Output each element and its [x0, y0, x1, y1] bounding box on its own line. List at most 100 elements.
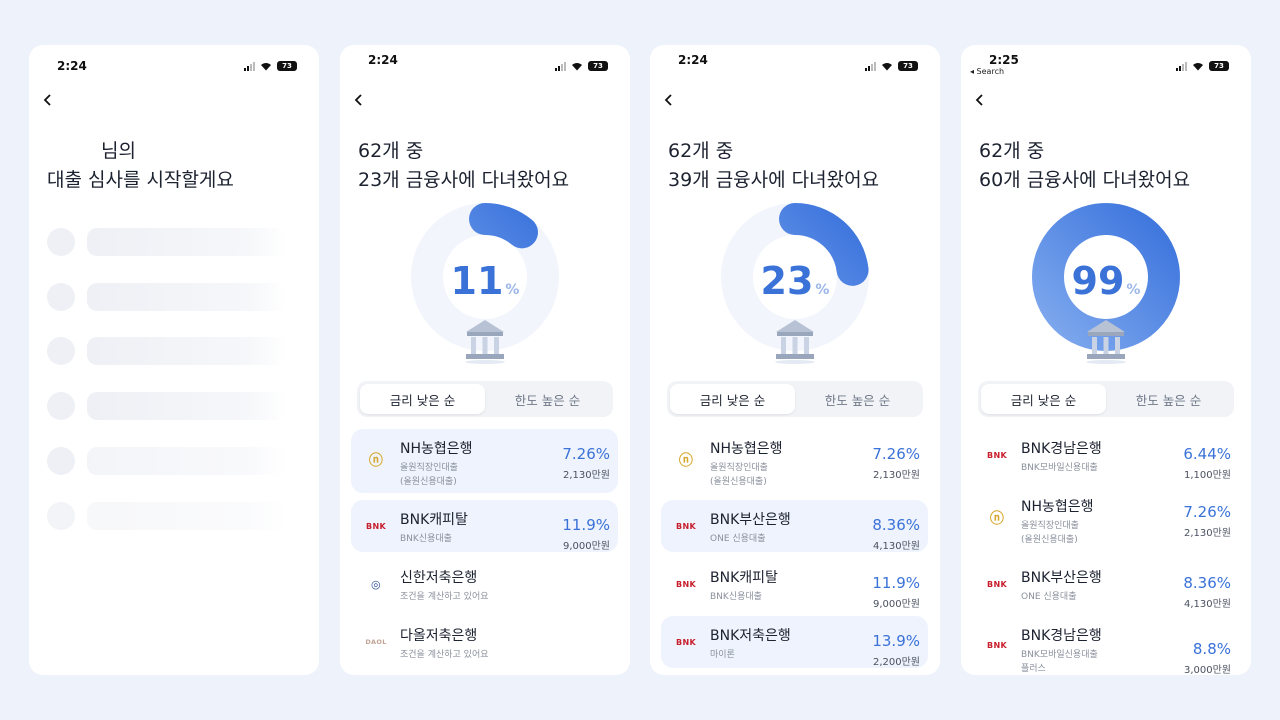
lender-name: NH농협은행 [710, 441, 783, 457]
battery-icon: 73 [588, 61, 608, 71]
bnk-logo-icon: BNK [987, 640, 1007, 650]
loan-item[interactable]: BNK BNK경남은행 BNK모바일신용대출 플러스 8.8% 3,000만원 [972, 616, 1239, 675]
calculating-status: 조건을 계산하고 있어요 [400, 650, 489, 660]
interest-rate: 7.26% [872, 445, 920, 463]
cellular-signal-icon [244, 61, 255, 71]
loan-item[interactable]: DAOL 다올저축은행 조건을 계산하고 있어요 [351, 616, 618, 668]
bnk-logo-icon: BNK [676, 637, 696, 647]
daol-logo-icon: DAOL [365, 638, 387, 646]
loan-item[interactable]: BNK BNK경남은행 BNK모바일신용대출 6.44% 1,100만원 [972, 429, 1239, 481]
phone-screen-3: 2:24 73 62개 중 39개 금융사에 다녀왔어요 23% 금리 낮은 순… [650, 45, 940, 675]
loan-limit: 9,000만원 [562, 541, 610, 552]
tab-high-limit[interactable]: 한도 높은 순 [795, 384, 920, 414]
loan-limit: 2,200만원 [872, 657, 920, 668]
wifi-icon [572, 62, 582, 70]
nh-bank-logo-icon: ⓝ [989, 511, 1005, 527]
product-name: ONE 신용대출 [1021, 592, 1077, 602]
product-name: BNK모바일신용대출 [1021, 650, 1098, 660]
calculating-status: 조건을 계산하고 있어요 [400, 592, 489, 602]
loan-item[interactable]: BNK BNK캐피탈 BNK신용대출 11.9% 9,000만원 [661, 558, 928, 610]
progress-percent: 23% [650, 259, 940, 303]
cellular-signal-icon [555, 61, 566, 71]
product-name: 올원직장인대출 [400, 463, 458, 473]
status-bar: 2:24 73 [368, 53, 608, 75]
page-title: 님의 대출 심사를 시작할게요 [47, 137, 234, 195]
wifi-icon [1193, 62, 1203, 70]
shinhan-logo-icon: ◎ [371, 577, 381, 591]
progress-percent: 11% [340, 259, 630, 303]
lender-name: BNK경남은행 [1021, 628, 1102, 644]
percent-sign: % [1126, 282, 1141, 298]
bnk-logo-icon: BNK [366, 521, 386, 531]
skeleton-row [47, 228, 287, 256]
loan-limit: 9,000만원 [872, 599, 920, 610]
wifi-icon [261, 62, 271, 70]
interest-rate: 8.8% [1192, 640, 1231, 658]
title-line-1: 62개 중 [668, 140, 734, 162]
title-line-1: 62개 중 [358, 140, 424, 162]
status-time: 2:25 [989, 53, 1019, 67]
loan-item[interactable]: BNK BNK부산은행 ONE 신용대출 8.36% 4,130만원 [661, 500, 928, 552]
product-subname: 플러스 [1021, 664, 1046, 674]
percent-value: 99 [1071, 259, 1125, 303]
loan-item[interactable]: BNK BNK캐피탈 BNK신용대출 11.9% 9,000만원 [351, 500, 618, 552]
lender-name: BNK부산은행 [710, 512, 791, 528]
title-line-2: 60개 금융사에 다녀왔어요 [979, 169, 1191, 191]
title-line-2: 대출 심사를 시작할게요 [47, 169, 234, 191]
tab-low-rate[interactable]: 금리 낮은 순 [670, 384, 795, 414]
lender-name: BNK캐피탈 [710, 570, 778, 586]
page-title: 62개 중 23개 금융사에 다녀왔어요 [358, 137, 569, 195]
bnk-logo-icon: BNK [987, 450, 1007, 460]
cellular-signal-icon [865, 61, 876, 71]
lender-name: 다올저축은행 [400, 628, 478, 644]
interest-rate: 6.44% [1183, 445, 1231, 463]
loan-item[interactable]: ◎ 신한저축은행 조건을 계산하고 있어요 [351, 558, 618, 610]
back-arrow-icon[interactable] [973, 93, 987, 107]
title-line-1: 님의 [101, 140, 136, 162]
product-name: BNK모바일신용대출 [1021, 463, 1098, 473]
loan-limit: 2,130만원 [562, 470, 610, 481]
loan-limit: 3,000만원 [1183, 665, 1231, 675]
loan-item[interactable]: ⓝ NH농협은행 올원직장인대출 (올원신용대출) 7.26% 2,130만원 [351, 429, 618, 493]
loan-limit: 1,100만원 [1183, 470, 1231, 481]
loan-item[interactable]: ⓝ NH농협은행 올원직장인대출 (올원신용대출) 7.26% 2,130만원 [972, 487, 1239, 551]
phone-screen-4: 2:25 ◂ Search 73 62개 중 60개 금융사에 다녀왔어요 99… [961, 45, 1251, 675]
bnk-logo-icon: BNK [676, 579, 696, 589]
lender-name: 신한저축은행 [400, 570, 478, 586]
skeleton-row [47, 337, 287, 365]
loan-item[interactable]: ⓝ NH농협은행 올원직장인대출 (올원신용대출) 7.26% 2,130만원 [661, 429, 928, 493]
status-bar: 2:24 73 [57, 59, 297, 75]
product-subname: (올원신용대출) [1021, 535, 1078, 545]
loan-limit: 4,130만원 [872, 541, 920, 552]
tab-low-rate[interactable]: 금리 낮은 순 [981, 384, 1106, 414]
lender-name: NH농협은행 [1021, 499, 1094, 515]
interest-rate: 8.36% [1183, 574, 1231, 592]
interest-rate: 7.26% [562, 445, 610, 463]
tab-high-limit[interactable]: 한도 높은 순 [1106, 384, 1231, 414]
loan-item[interactable]: BNK BNK부산은행 ONE 신용대출 8.36% 4,130만원 [972, 558, 1239, 610]
back-to-search-link[interactable]: ◂ Search [970, 67, 1004, 76]
title-line-2: 39개 금융사에 다녀왔어요 [668, 169, 880, 191]
product-subname: (올원신용대출) [710, 477, 767, 487]
battery-icon: 73 [277, 61, 297, 71]
title-line-1: 62개 중 [979, 140, 1045, 162]
back-arrow-icon[interactable] [352, 93, 366, 107]
back-arrow-icon[interactable] [662, 93, 676, 107]
interest-rate: 13.9% [872, 632, 920, 650]
bnk-logo-icon: BNK [987, 579, 1007, 589]
tab-low-rate[interactable]: 금리 낮은 순 [360, 384, 485, 414]
lender-name: BNK캐피탈 [400, 512, 468, 528]
bnk-logo-icon: BNK [676, 521, 696, 531]
loan-item[interactable]: BNK BNK저축은행 마이론 13.9% 2,200만원 [661, 616, 928, 668]
product-name: BNK신용대출 [400, 534, 452, 544]
product-name: ONE 신용대출 [710, 534, 766, 544]
title-line-2: 23개 금융사에 다녀왔어요 [358, 169, 570, 191]
phone-screen-2: 2:24 73 62개 중 23개 금융사에 다녀왔어요 11% 금리 낮은 순… [340, 45, 630, 675]
status-bar: 2:25 ◂ Search 73 [970, 53, 1229, 76]
product-name: 마이론 [710, 650, 735, 660]
tab-high-limit[interactable]: 한도 높은 순 [485, 384, 610, 414]
back-arrow-icon[interactable] [41, 93, 55, 107]
product-name: 올원직장인대출 [710, 463, 768, 473]
progress-percent: 99% [961, 259, 1251, 303]
loan-limit: 4,130만원 [1183, 599, 1231, 610]
